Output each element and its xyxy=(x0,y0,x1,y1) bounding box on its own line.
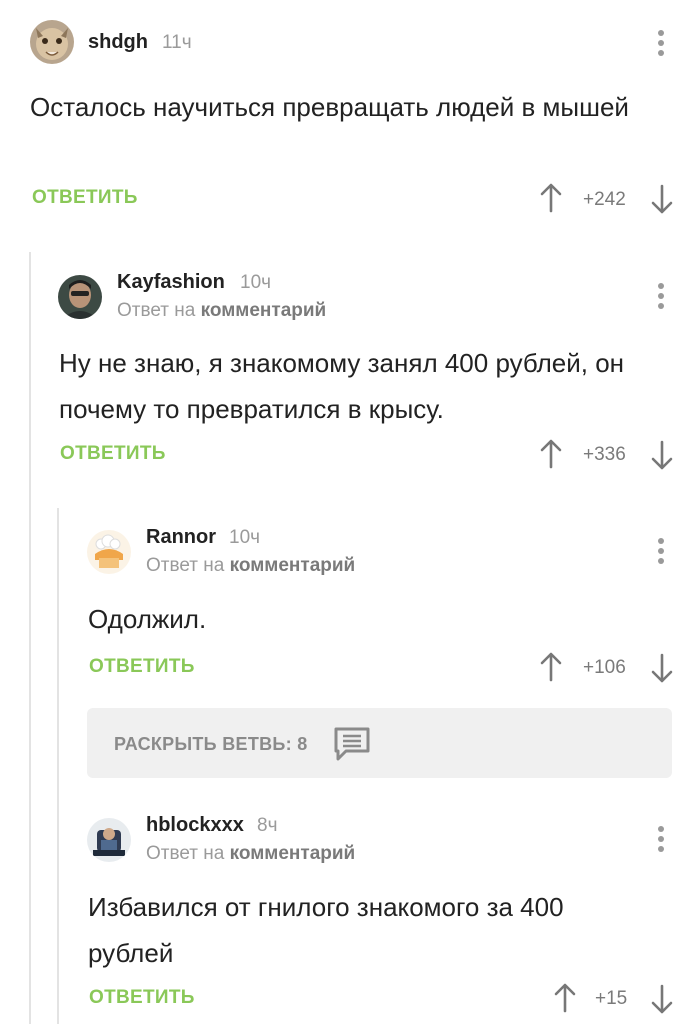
more-options-icon[interactable] xyxy=(657,538,665,568)
upvote-arrow-icon[interactable] xyxy=(539,439,563,469)
reply-target-link[interactable]: комментарий xyxy=(230,555,356,576)
comment-text: Избавился от гнилого знакомого за 400 ру… xyxy=(88,892,564,968)
reply-prefix: Ответ на xyxy=(146,843,225,864)
more-options-icon[interactable] xyxy=(657,826,665,856)
comment-score: +336 xyxy=(583,444,626,465)
avatar[interactable] xyxy=(58,275,102,319)
comment-score: +106 xyxy=(583,657,626,678)
expand-thread-label: РАСКРЫТЬ ВЕТВЬ: 8 xyxy=(114,734,308,754)
author-name[interactable]: Rannor xyxy=(146,526,216,549)
upvote-arrow-icon[interactable] xyxy=(539,183,563,213)
expand-thread-button[interactable]: РАСКРЫТЬ ВЕТВЬ: 8 xyxy=(87,708,672,778)
author-name[interactable]: Kayfashion xyxy=(117,271,225,294)
more-options-icon[interactable] xyxy=(657,30,665,60)
avatar[interactable] xyxy=(30,20,74,64)
reply-to-line: Ответ на комментарий xyxy=(146,555,355,577)
downvote-arrow-icon[interactable] xyxy=(650,984,674,1014)
comment-text: Осталось научиться превращать людей в мы… xyxy=(30,92,629,122)
comment-time: 11ч xyxy=(162,32,192,53)
upvote-arrow-icon[interactable] xyxy=(539,652,563,682)
thread-line-level-1 xyxy=(29,252,31,1024)
avatar[interactable] xyxy=(87,818,131,862)
downvote-arrow-icon[interactable] xyxy=(650,653,674,683)
thread-line-level-2 xyxy=(57,508,59,1024)
author-name[interactable]: hblockxxx xyxy=(146,814,244,837)
comment-score: +242 xyxy=(583,189,626,210)
comment-time: 8ч xyxy=(257,815,278,836)
avatar[interactable] xyxy=(87,530,131,574)
upvote-arrow-icon[interactable] xyxy=(553,983,577,1013)
reply-button[interactable]: ОТВЕТИТЬ xyxy=(60,443,166,465)
reply-button[interactable]: ОТВЕТИТЬ xyxy=(89,656,195,678)
comment-score: +15 xyxy=(595,988,628,1009)
comment-time: 10ч xyxy=(240,272,272,293)
comment-text: Ну не знаю, я знакомому занял 400 рублей… xyxy=(59,348,625,424)
comment-icon xyxy=(334,727,370,761)
downvote-arrow-icon[interactable] xyxy=(650,440,674,470)
reply-to-line: Ответ на комментарий xyxy=(117,300,326,322)
reply-target-link[interactable]: комментарий xyxy=(230,843,356,864)
reply-button[interactable]: ОТВЕТИТЬ xyxy=(89,987,195,1009)
reply-target-link[interactable]: комментарий xyxy=(201,300,327,321)
reply-prefix: Ответ на xyxy=(117,300,196,321)
reply-button[interactable]: ОТВЕТИТЬ xyxy=(32,187,138,209)
reply-prefix: Ответ на xyxy=(146,555,225,576)
comment-time: 10ч xyxy=(229,527,261,548)
comment-text: Одолжил. xyxy=(88,604,207,634)
downvote-arrow-icon[interactable] xyxy=(650,184,674,214)
author-name[interactable]: shdgh xyxy=(88,31,148,54)
reply-to-line: Ответ на комментарий xyxy=(146,843,355,865)
more-options-icon[interactable] xyxy=(657,283,665,313)
